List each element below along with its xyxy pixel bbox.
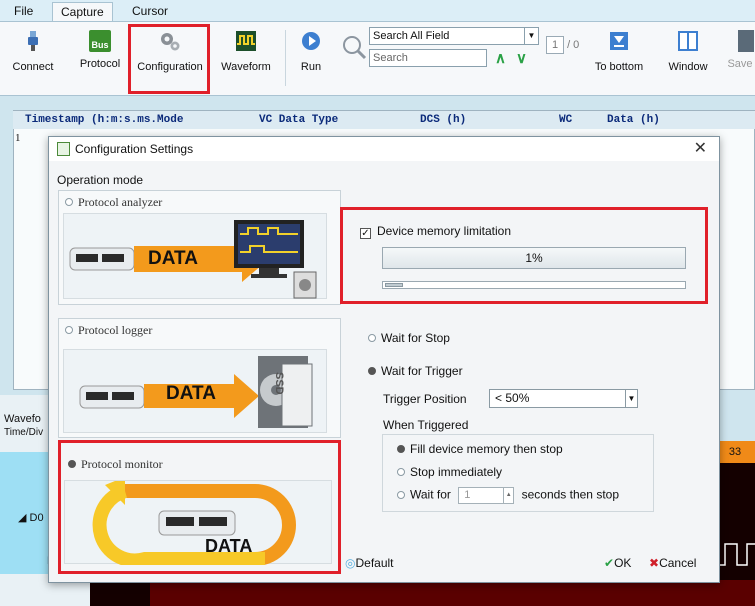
default-button[interactable]: ◎Default	[345, 556, 394, 570]
memory-limit-slider[interactable]	[382, 281, 686, 289]
page-indicator: 1 / 0	[546, 36, 579, 54]
spinner-icon[interactable]: ▲	[503, 488, 513, 503]
ribbon-separator	[285, 30, 286, 86]
check-icon: ✔	[604, 556, 615, 570]
configuration-highlight	[128, 24, 210, 94]
tab-cursor[interactable]: Cursor	[124, 2, 176, 21]
window-layout-icon	[678, 31, 698, 51]
to-bottom-button[interactable]: To bottom	[588, 26, 650, 90]
tab-file[interactable]: File	[6, 2, 41, 21]
waveform-marker: 33	[715, 441, 755, 463]
protocol-analyzer-option[interactable]: Protocol analyzer	[58, 190, 341, 305]
col-data[interactable]: Data (h)	[607, 114, 660, 126]
ribbon-toolbar: Connect Bus Protocol Configuration Wavef…	[0, 21, 755, 96]
search-up-icon[interactable]: ∧	[495, 49, 506, 67]
wait-for-trigger-option[interactable]: Wait for Trigger	[368, 364, 463, 378]
chevron-down-icon[interactable]: ▼	[524, 28, 538, 44]
ok-button[interactable]: ✔OK	[604, 556, 631, 570]
arrow-to-bottom-icon	[610, 32, 628, 50]
dialog-title: Configuration Settings	[75, 142, 194, 156]
memory-limit-value-bar: 1%	[382, 247, 686, 269]
logger-data-label: DATA	[166, 383, 216, 404]
save-icon	[738, 30, 754, 52]
search-field-select[interactable]: Search All Field ▼	[369, 27, 539, 45]
protocol-logger-option[interactable]: Protocol logger	[58, 318, 341, 438]
wait-for-stop-option[interactable]: Wait for Stop	[368, 331, 450, 345]
wait-for-seconds-option[interactable]: Wait for 1 ▲ seconds then stop	[397, 487, 619, 504]
run-button[interactable]: Run	[292, 26, 330, 90]
radio-stop-immediately[interactable]	[397, 468, 405, 476]
row-number: 1	[15, 132, 21, 144]
search-input[interactable]: Search	[369, 49, 487, 67]
radio-protocol-logger[interactable]	[65, 326, 73, 334]
waveform-signal	[715, 543, 755, 566]
cross-icon: ✖	[649, 556, 660, 570]
default-icon: ◎	[345, 556, 356, 570]
col-vc-data-type[interactable]: VC Data Type	[259, 114, 338, 126]
radio-fill-memory[interactable]	[397, 445, 405, 453]
menu-bar: File Capture Cursor	[0, 0, 755, 21]
protocol-monitor-highlight	[58, 440, 341, 574]
radio-wait-for-stop[interactable]	[368, 334, 376, 342]
usb-plug-icon	[28, 31, 38, 51]
waveform-track	[150, 580, 755, 606]
magnifier-icon	[343, 36, 367, 60]
chevron-down-icon[interactable]: ▼	[625, 390, 637, 407]
protocol-button[interactable]: Bus Protocol	[74, 26, 126, 90]
cancel-button[interactable]: ✖Cancel	[649, 556, 696, 570]
fill-memory-option[interactable]: Fill device memory then stop	[397, 442, 563, 456]
trigger-position-label: Trigger Position	[383, 392, 467, 406]
packet-table-header: Timestamp (h:m:s.ms.Mode VC Data Type DC…	[13, 111, 755, 129]
radio-wait-for-trigger[interactable]	[368, 367, 376, 375]
search-down-icon[interactable]: ∨	[516, 49, 527, 67]
analyzer-data-label: DATA	[148, 248, 198, 269]
operation-mode-heading: Operation mode	[57, 173, 144, 187]
stop-immediately-option[interactable]: Stop immediately	[397, 465, 502, 479]
tab-capture[interactable]: Capture	[52, 2, 113, 21]
trigger-position-select[interactable]: < 50% ▼	[489, 389, 638, 408]
radio-protocol-analyzer[interactable]	[65, 198, 73, 206]
save-button[interactable]: Save	[724, 26, 755, 90]
waveform-button[interactable]: Waveform	[214, 26, 278, 90]
play-icon	[302, 32, 320, 50]
when-triggered-label: When Triggered	[383, 418, 469, 432]
close-icon[interactable]: ✕	[694, 137, 707, 161]
dialog-title-bar: Configuration Settings ✕	[49, 137, 719, 161]
page-number-input[interactable]: 1	[546, 36, 564, 54]
col-dcs[interactable]: DCS (h)	[420, 114, 466, 126]
waveform-icon	[236, 31, 256, 51]
channel-label[interactable]: ◢ D0	[18, 511, 44, 524]
wait-seconds-input[interactable]: 1 ▲	[458, 487, 515, 504]
slider-thumb[interactable]	[385, 283, 403, 287]
window-button[interactable]: Window	[666, 26, 710, 90]
ssd-label: SSD	[273, 372, 285, 395]
memory-limitation-checkbox-row[interactable]: ✓ Device memory limitation	[360, 224, 511, 239]
bus-chip-icon: Bus	[89, 30, 111, 52]
radio-wait-for-seconds[interactable]	[397, 490, 405, 499]
memory-limitation-checkbox[interactable]: ✓	[360, 228, 371, 239]
settings-document-icon	[57, 142, 70, 156]
col-wc[interactable]: WC	[559, 114, 572, 126]
col-timestamp[interactable]: Timestamp (h:m:s.ms.Mode	[25, 114, 183, 126]
connect-button[interactable]: Connect	[4, 26, 62, 90]
